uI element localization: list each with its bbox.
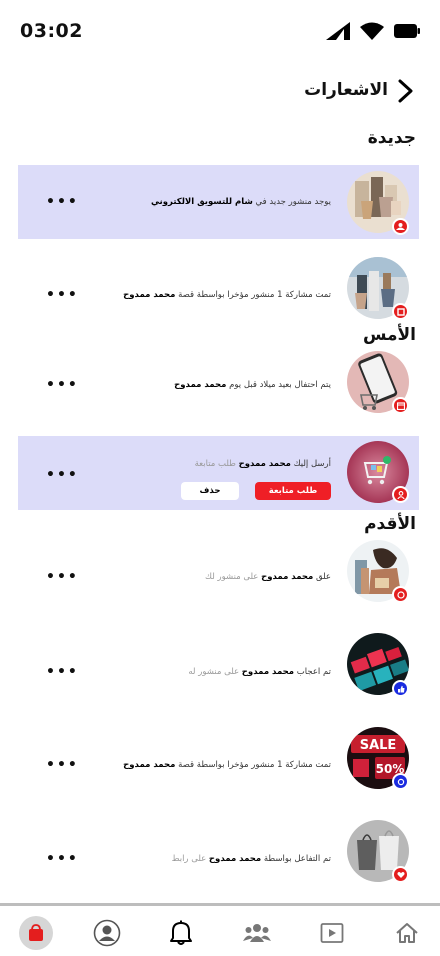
more-options-button[interactable]: ••• (46, 852, 79, 866)
like-icon (392, 680, 409, 697)
notification-item[interactable]: أرسل إليك محمد ممدوح طلب متابعة طلب متاب… (18, 436, 419, 510)
notification-text: تم اعجاب محمد ممدوح على منشور له (188, 667, 331, 677)
wifi-icon (360, 22, 384, 40)
notification-item[interactable]: SALE 50% تمت مشاركة 1 منشور مؤخرا بواسطة … (18, 720, 419, 800)
sale-text: SALE (360, 738, 397, 753)
notification-text: تمت مشاركة 1 منشور مؤخرا بواسطة قصة محمد… (123, 290, 331, 300)
page-title: الاشعارات (304, 80, 388, 100)
more-options-button[interactable]: ••• (46, 288, 79, 302)
header: الاشعارات (0, 76, 440, 108)
section-older-label: الأقدم (364, 514, 416, 534)
section-new-label: جديدة (367, 128, 416, 148)
notification-text: أرسل إليك محمد ممدوح طلب متابعة (194, 459, 331, 469)
notification-item[interactable]: علق محمد ممدوح على منشور لك ••• (18, 535, 419, 615)
notification-item[interactable]: يتم احتفال بعيد ميلاد قبل يوم محمد ممدوح… (18, 345, 419, 425)
notification-text: يوجد منشور جديد في شام للتسويق الالكترون… (150, 197, 331, 207)
section-yesterday-label: الأمس (362, 325, 416, 345)
status-time: 03:02 (20, 20, 83, 42)
delete-button[interactable]: حذف (181, 482, 239, 500)
calendar-icon (392, 397, 409, 414)
group-icon (392, 218, 409, 235)
home-icon[interactable] (390, 916, 424, 950)
notification-item[interactable]: تمت مشاركة 1 منشور مؤخرا بواسطة قصة محمد… (18, 250, 419, 328)
more-options-button[interactable]: ••• (46, 468, 79, 482)
accept-follow-button[interactable]: طلب متابعة (255, 482, 331, 500)
share-icon (392, 303, 409, 320)
share-icon (392, 773, 409, 790)
notification-text: يتم احتفال بعيد ميلاد قبل يوم محمد ممدوح (174, 380, 331, 390)
more-options-button[interactable]: ••• (46, 570, 79, 584)
more-options-button[interactable]: ••• (46, 195, 79, 209)
notification-item[interactable]: تم اعجاب محمد ممدوح على منشور له ••• (18, 625, 419, 705)
bell-icon[interactable] (164, 916, 198, 950)
cellular-signal-icon (326, 22, 350, 40)
bottom-navigation (0, 906, 440, 956)
more-options-button[interactable]: ••• (46, 378, 79, 392)
notification-text: تمت مشاركة 1 منشور مؤخرا بواسطة قصة محمد… (123, 760, 331, 770)
comment-icon (392, 586, 409, 603)
more-options-button[interactable]: ••• (46, 758, 79, 772)
more-options-button[interactable]: ••• (46, 665, 79, 679)
profile-icon[interactable] (90, 916, 124, 950)
shopping-bag-icon[interactable] (19, 916, 53, 950)
notification-text: تم التفاعل بواسطة محمد ممدوح على رابط (171, 854, 331, 864)
notification-item[interactable]: تم التفاعل بواسطة محمد ممدوح على رابط ••… (18, 812, 419, 898)
status-bar: 03:02 (0, 0, 440, 62)
heart-icon (392, 866, 409, 883)
battery-icon (394, 24, 420, 38)
notification-text: علق محمد ممدوح على منشور لك (205, 572, 331, 582)
back-chevron-icon[interactable] (394, 78, 418, 104)
person-icon (392, 486, 409, 503)
notification-item[interactable]: يوجد منشور جديد في شام للتسويق الالكترون… (18, 165, 419, 239)
groups-icon[interactable] (240, 916, 274, 950)
video-icon[interactable] (315, 916, 349, 950)
